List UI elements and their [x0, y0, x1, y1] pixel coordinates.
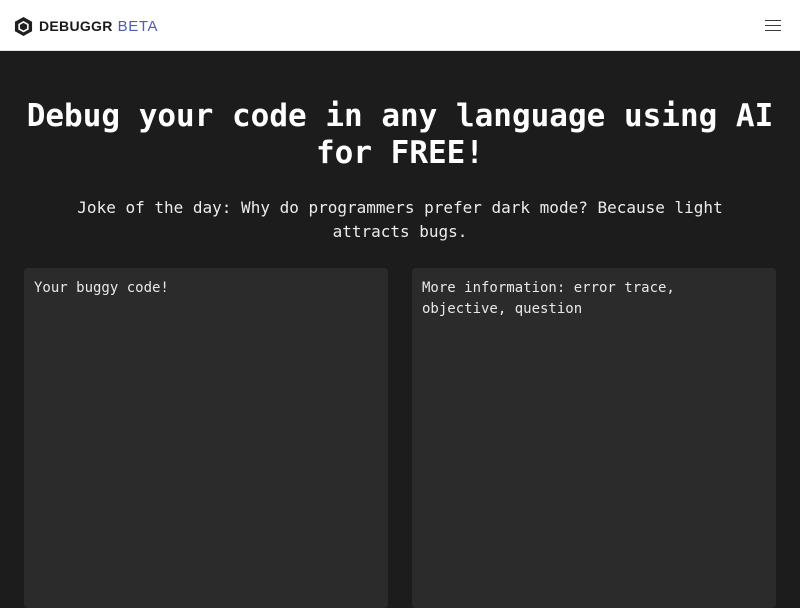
brand-home-link[interactable]: DEBUGGR BETA [14, 14, 158, 38]
page-headline: Debug your code in any language using AI… [26, 98, 774, 171]
buggy-code-input[interactable] [24, 268, 388, 608]
joke-of-the-day: Joke of the day: Why do programmers pref… [77, 198, 723, 241]
more-information-input[interactable] [412, 268, 776, 608]
hexagon-logo-icon [14, 16, 33, 36]
top-navbar: DEBUGGR BETA [0, 0, 800, 51]
menu-button[interactable] [764, 17, 783, 34]
beta-badge: BETA [117, 17, 159, 35]
brand-name: DEBUGGR [39, 18, 113, 34]
